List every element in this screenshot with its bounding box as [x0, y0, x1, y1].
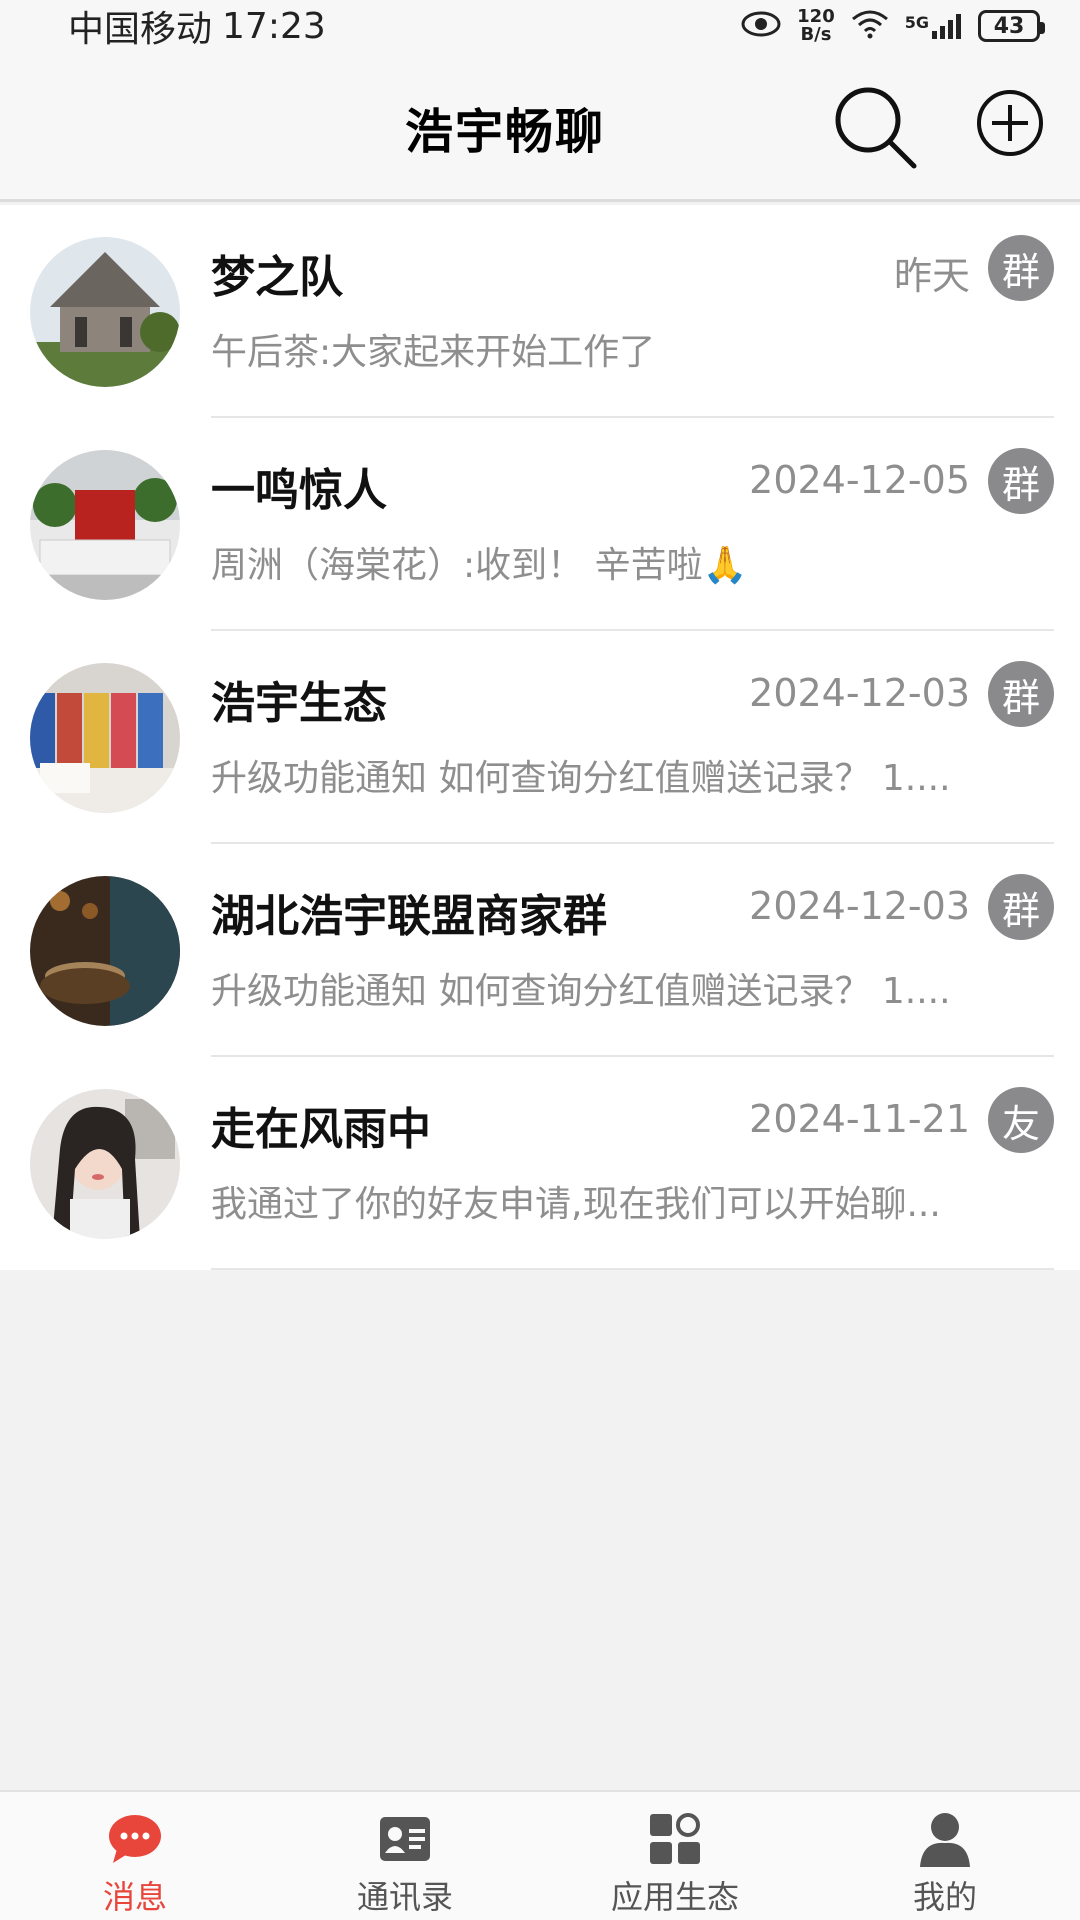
battery-icon: 43 [978, 10, 1045, 42]
nav-label: 通讯录 [356, 1878, 453, 1916]
conversation-item[interactable]: 湖北浩宇联盟商家群 2024-12-03 群 升级功能通知 如何查询分红值赠送记… [0, 844, 1080, 1057]
conversation-list: 梦之队 昨天 群 午后茶:大家起来开始工作了 一鸣惊人 2024-12-05 群… [0, 205, 1080, 1270]
avatar [30, 1089, 180, 1239]
conversation-item[interactable]: 梦之队 昨天 群 午后茶:大家起来开始工作了 [0, 205, 1080, 418]
avatar [30, 663, 180, 813]
divider [211, 1268, 1054, 1270]
app-header: 浩宇畅聊 [0, 52, 1080, 202]
battery-level: 43 [993, 13, 1025, 39]
clock: 17:23 [222, 5, 326, 47]
friend-badge: 友 [988, 1087, 1054, 1153]
avatar [30, 450, 180, 600]
bottom-nav: 消息 通讯录 应用生态 我的 [0, 1790, 1080, 1920]
group-badge: 群 [988, 874, 1054, 940]
conversation-preview: 周洲（海棠花）:收到！ 辛苦啦🙏 [211, 545, 748, 586]
conversation-preview: 我通过了你的好友申请,现在我们可以开始聊... [211, 1184, 941, 1225]
nav-item-contacts[interactable]: 通讯录 [270, 1792, 540, 1920]
nav-item-messages[interactable]: 消息 [0, 1792, 270, 1920]
conversation-preview: 升级功能通知 如何查询分红值赠送记录？ 1.... [211, 758, 951, 799]
conversation-name: 一鸣惊人 [211, 465, 387, 516]
conversation-item[interactable]: 走在风雨中 2024-11-21 友 我通过了你的好友申请,现在我们可以开始聊.… [0, 1057, 1080, 1270]
network-type: 5G [904, 13, 929, 32]
add-button[interactable] [975, 88, 1045, 162]
conversation-name: 浩宇生态 [211, 678, 387, 729]
group-badge: 群 [988, 448, 1054, 514]
status-bar: 中国移动 17:23 120 B/s 5G 43 [0, 0, 1080, 52]
speed-unit: B/s [800, 24, 832, 45]
apps-grid-icon [648, 1810, 702, 1868]
nav-label: 消息 [102, 1878, 167, 1916]
conversation-preview: 午后茶:大家起来开始工作了 [211, 332, 656, 373]
network-speed: 120 B/s [797, 8, 835, 44]
conversation-preview: 升级功能通知 如何查询分红值赠送记录？ 1.... [211, 971, 951, 1012]
conversation-time: 2024-12-05 [749, 458, 970, 502]
conversation-time: 2024-12-03 [749, 884, 970, 928]
conversation-item[interactable]: 一鸣惊人 2024-12-05 群 周洲（海棠花）:收到！ 辛苦啦🙏 [0, 418, 1080, 631]
chat-bubble-icon [107, 1810, 163, 1868]
avatar [30, 876, 180, 1026]
group-badge: 群 [988, 235, 1054, 301]
nav-item-apps[interactable]: 应用生态 [540, 1792, 810, 1920]
conversation-name: 走在风雨中 [211, 1104, 431, 1155]
nav-label: 应用生态 [610, 1878, 739, 1916]
search-button[interactable] [830, 82, 920, 176]
status-right: 120 B/s 5G 43 [741, 8, 1045, 44]
conversation-time: 2024-12-03 [749, 671, 970, 715]
nav-item-me[interactable]: 我的 [810, 1792, 1080, 1920]
conversation-time: 2024-11-21 [749, 1097, 970, 1141]
signal-icon: 5G [905, 13, 962, 39]
carrier-label: 中国移动 [68, 9, 213, 50]
group-badge: 群 [988, 661, 1054, 727]
person-icon [918, 1810, 972, 1868]
conversation-item[interactable]: 浩宇生态 2024-12-03 群 升级功能通知 如何查询分红值赠送记录？ 1.… [0, 631, 1080, 844]
nav-label: 我的 [912, 1878, 977, 1916]
conversation-time: 昨天 [893, 254, 970, 298]
eye-icon [741, 10, 781, 42]
avatar [30, 237, 180, 387]
conversation-name: 湖北浩宇联盟商家群 [211, 891, 607, 942]
wifi-icon [851, 9, 889, 43]
plus-circle-icon [977, 90, 1043, 156]
search-icon [835, 87, 917, 169]
contact-card-icon [378, 1810, 432, 1868]
status-left: 中国移动 17:23 [68, 0, 326, 52]
conversation-name: 梦之队 [211, 252, 343, 303]
